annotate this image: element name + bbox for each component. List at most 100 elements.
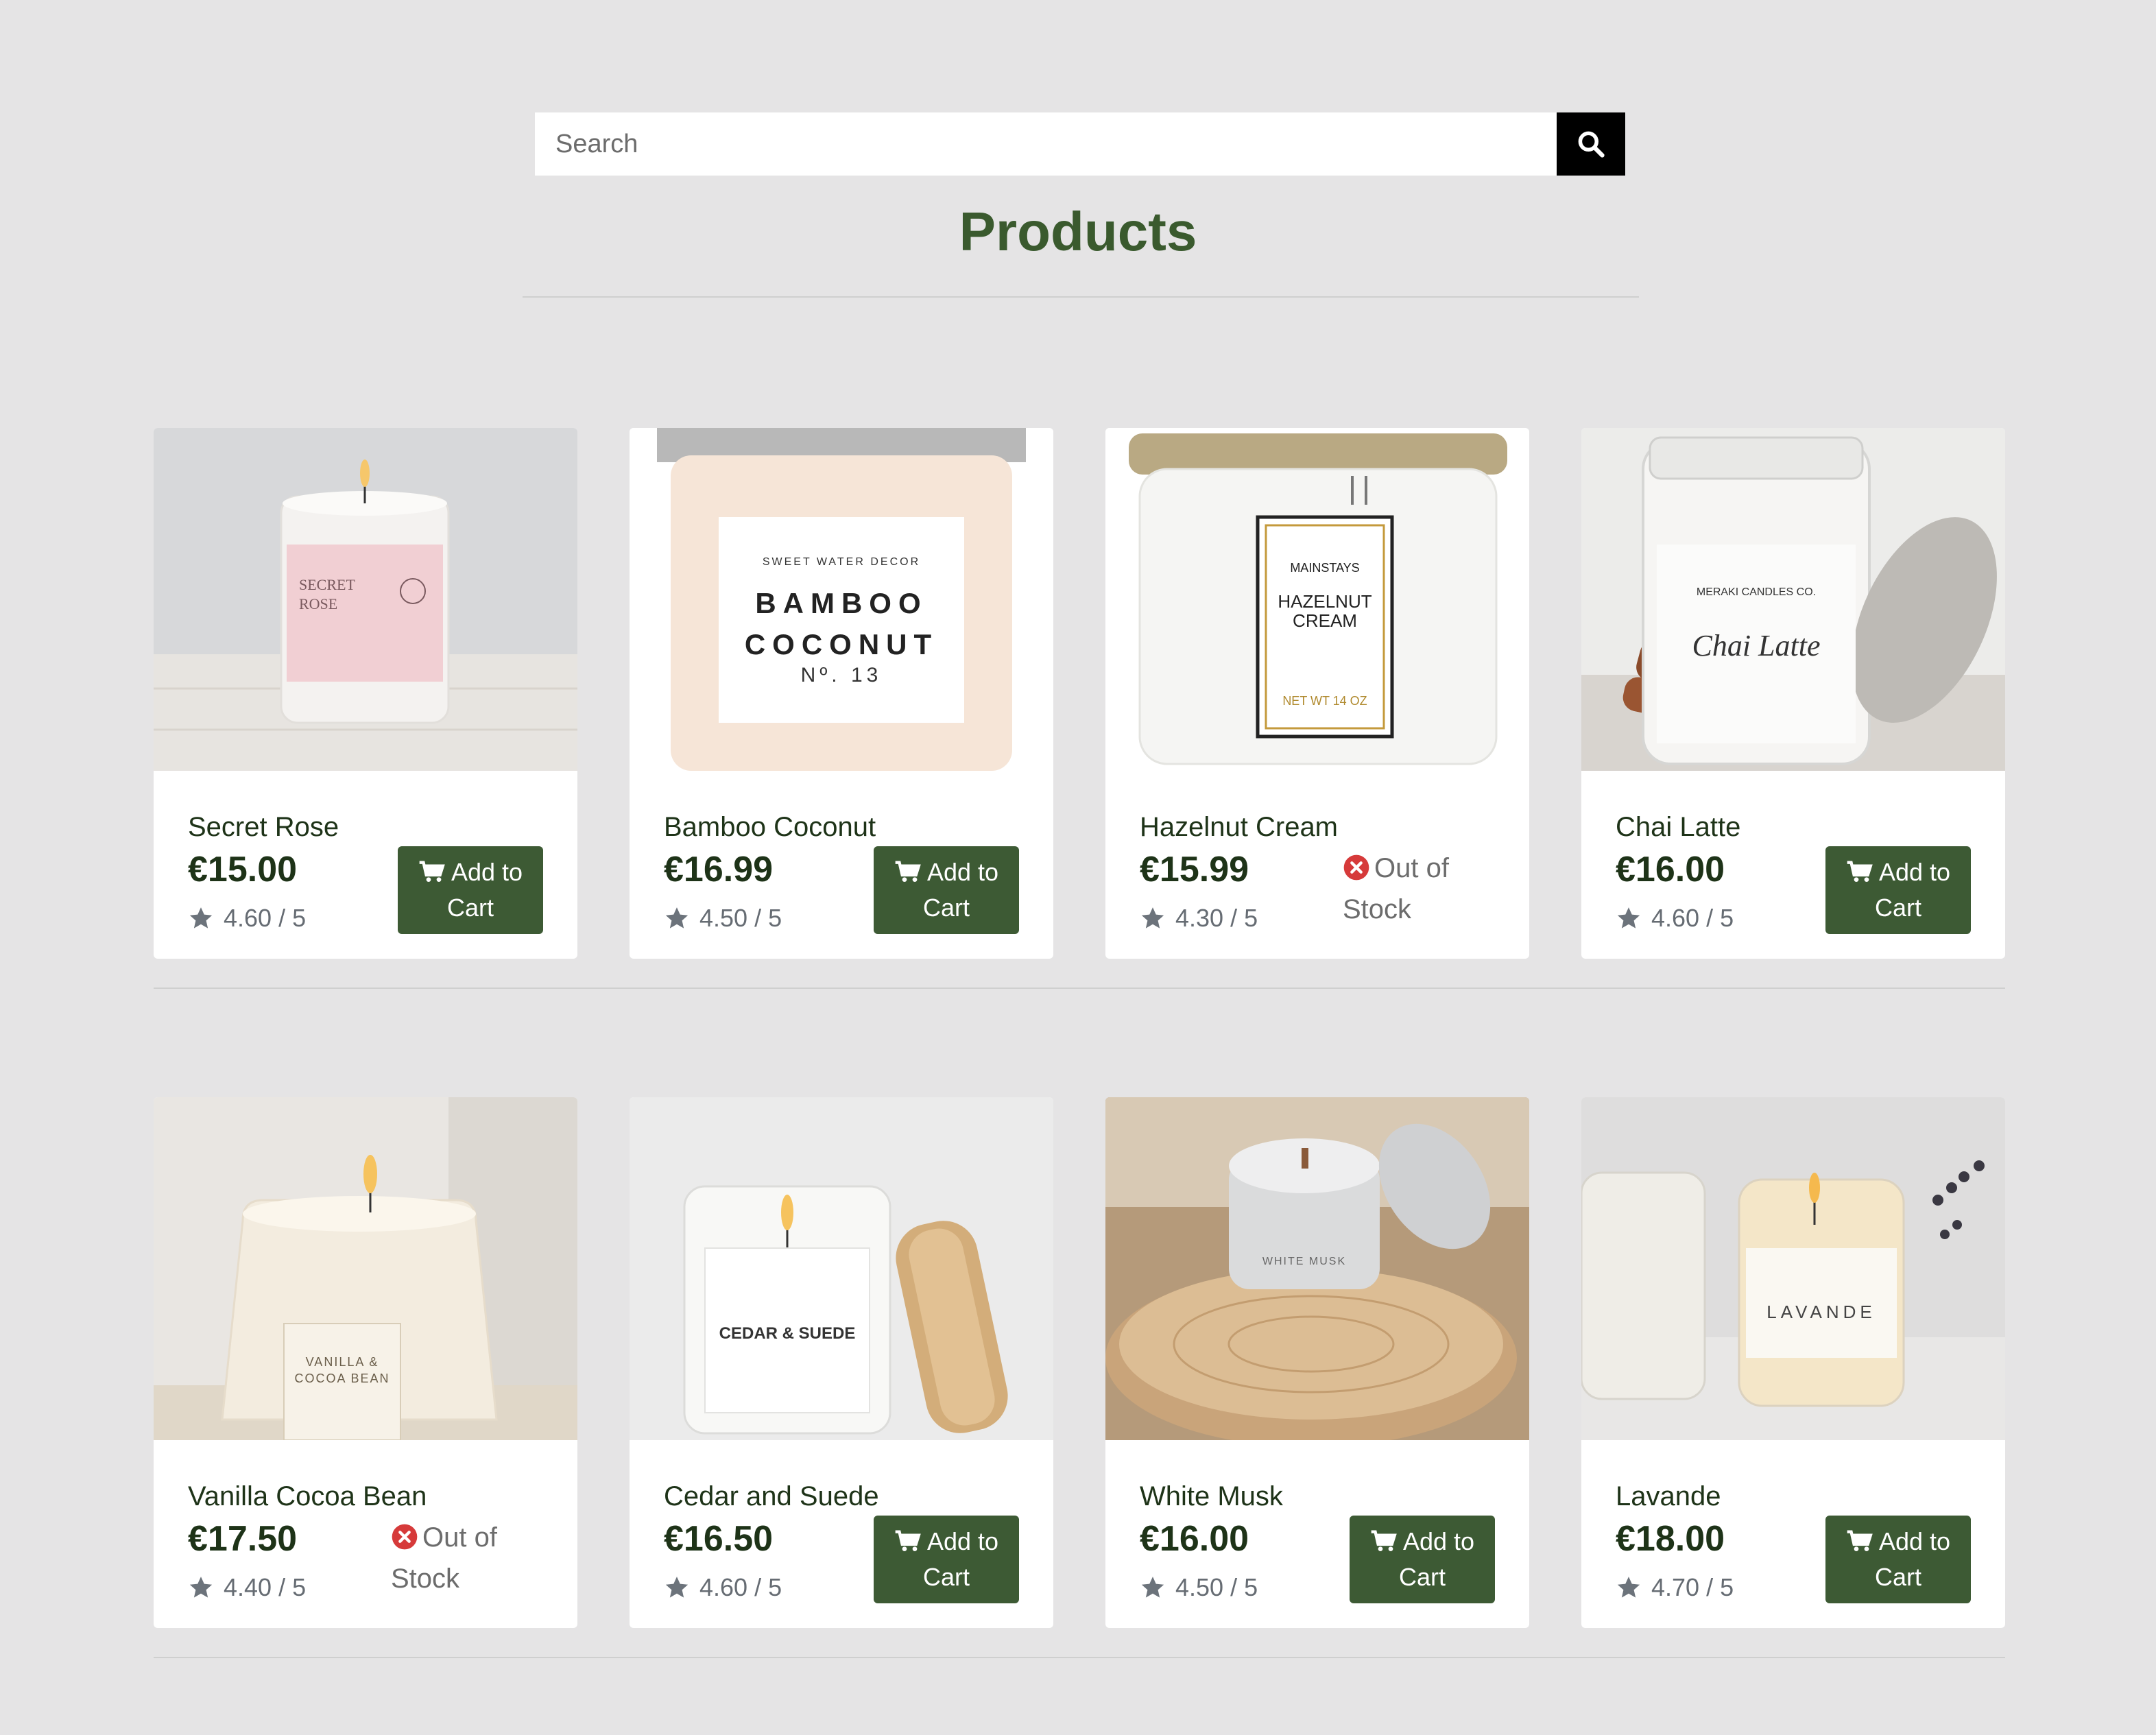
product-name[interactable]: Chai Latte <box>1616 812 1740 843</box>
product-name[interactable]: White Musk <box>1140 1481 1283 1512</box>
rating-value: 4.70 / 5 <box>1651 1573 1734 1601</box>
product-card: MERAKI CANDLES CO. Chai Latte Chai Latte… <box>1581 428 2005 959</box>
product-image[interactable]: LAVANDE <box>1581 1097 2005 1440</box>
star-icon <box>189 907 213 929</box>
out-of-stock-label: Stock <box>1343 894 1412 924</box>
star-icon <box>1141 1577 1164 1598</box>
product-price: €15.00 <box>188 850 298 889</box>
product-rating: 4.50 / 5 <box>1140 1573 1258 1602</box>
rating-value: 4.60 / 5 <box>1651 904 1734 932</box>
product-price: €15.99 <box>1140 850 1249 889</box>
product-name[interactable]: Vanilla Cocoa Bean <box>188 1481 427 1512</box>
product-name[interactable]: Cedar and Suede <box>664 1481 879 1512</box>
product-rating: 4.40 / 5 <box>188 1573 306 1602</box>
add-to-cart-button[interactable]: Add to Cart <box>1825 846 1971 934</box>
product-price: €16.00 <box>1616 850 1725 889</box>
svg-text:CEDAR & SUEDE: CEDAR & SUEDE <box>719 1324 856 1343</box>
add-to-cart-label: Cart <box>1398 1563 1446 1591</box>
add-to-cart-label: Add to <box>1878 1527 1951 1555</box>
row-divider <box>154 1657 2005 1658</box>
cart-icon <box>418 858 446 886</box>
product-card: WHITE MUSK White Musk €16.00 4.50 / 5 Ad… <box>1105 1097 1529 1628</box>
svg-text:Chai Latte: Chai Latte <box>1692 629 1820 662</box>
add-to-cart-label: Cart <box>1874 1563 1921 1591</box>
svg-text:HAZELNUT: HAZELNUT <box>1278 591 1372 612</box>
product-image[interactable]: CEDAR & SUEDE <box>630 1097 1053 1440</box>
add-to-cart-label: Add to <box>926 1527 999 1555</box>
add-to-cart-label: Cart <box>446 894 494 922</box>
add-to-cart-label: Add to <box>1878 858 1951 886</box>
row-divider <box>154 988 2005 989</box>
x-circle-icon <box>1343 854 1369 881</box>
product-price: €16.00 <box>1140 1519 1249 1559</box>
product-card: LAVANDE Lavande €18.00 4.70 / 5 Add to C… <box>1581 1097 2005 1628</box>
product-name[interactable]: Bamboo Coconut <box>664 812 876 843</box>
add-to-cart-button[interactable]: Add to Cart <box>398 846 543 934</box>
svg-text:COCONUT: COCONUT <box>745 628 938 660</box>
add-to-cart-label: Cart <box>1874 894 1921 922</box>
title-divider <box>523 296 1639 298</box>
rating-value: 4.50 / 5 <box>1175 1573 1258 1601</box>
svg-text:WHITE MUSK: WHITE MUSK <box>1262 1256 1346 1267</box>
svg-text:NET WT 14 OZ: NET WT 14 OZ <box>1282 694 1367 708</box>
add-to-cart-button[interactable]: Add to Cart <box>874 1516 1019 1603</box>
svg-text:LAVANDE: LAVANDE <box>1766 1302 1876 1322</box>
svg-text:CREAM: CREAM <box>1293 610 1357 631</box>
search-input[interactable] <box>535 112 1557 176</box>
svg-text:MERAKI CANDLES CO.: MERAKI CANDLES CO. <box>1697 586 1816 598</box>
out-of-stock-status: Out of Stock <box>1343 848 1500 930</box>
product-rating: 4.70 / 5 <box>1616 1573 1734 1602</box>
product-name[interactable]: Hazelnut Cream <box>1140 812 1338 843</box>
star-icon <box>1141 907 1164 929</box>
product-image[interactable]: VANILLA & COCOA BEAN <box>154 1097 577 1440</box>
cart-icon <box>1846 858 1873 886</box>
product-name[interactable]: Secret Rose <box>188 812 339 843</box>
rating-value: 4.60 / 5 <box>224 904 307 932</box>
star-icon <box>1617 907 1640 929</box>
product-rating: 4.60 / 5 <box>188 904 306 933</box>
add-to-cart-button[interactable]: Add to Cart <box>1350 1516 1495 1603</box>
star-icon <box>665 907 688 929</box>
product-price: €16.50 <box>664 1519 774 1559</box>
product-price: €17.50 <box>188 1519 298 1559</box>
product-image[interactable]: MERAKI CANDLES CO. Chai Latte <box>1581 428 2005 771</box>
out-of-stock-label: Out of <box>422 1522 497 1553</box>
star-icon <box>1617 1577 1640 1598</box>
product-name[interactable]: Lavande <box>1616 1481 1721 1512</box>
product-rating: 4.50 / 5 <box>664 904 782 933</box>
rating-value: 4.40 / 5 <box>224 1573 307 1601</box>
svg-text:ROSE: ROSE <box>299 595 337 612</box>
product-card: SWEET WATER DECOR BAMBOO COCONUT Nº. 13 … <box>630 428 1053 959</box>
svg-text:MAINSTAYS: MAINSTAYS <box>1290 561 1359 575</box>
add-to-cart-label: Add to <box>1402 1527 1475 1555</box>
svg-text:Nº. 13: Nº. 13 <box>801 664 883 686</box>
add-to-cart-button[interactable]: Add to Cart <box>1825 1516 1971 1603</box>
product-price: €18.00 <box>1616 1519 1725 1559</box>
product-image[interactable]: SECRET ROSE <box>154 428 577 771</box>
x-circle-icon <box>392 1524 418 1550</box>
out-of-stock-label: Out of <box>1374 853 1449 883</box>
add-to-cart-button[interactable]: Add to Cart <box>874 846 1019 934</box>
star-icon <box>665 1577 688 1598</box>
search-icon <box>1578 131 1605 158</box>
svg-text:SWEET WATER DECOR: SWEET WATER DECOR <box>763 556 920 568</box>
out-of-stock-status: Out of Stock <box>391 1517 549 1599</box>
add-to-cart-label: Cart <box>922 894 970 922</box>
product-image[interactable]: SWEET WATER DECOR BAMBOO COCONUT Nº. 13 <box>630 428 1053 771</box>
search-button[interactable] <box>1557 112 1625 176</box>
cart-icon <box>1846 1527 1873 1555</box>
product-card: MAINSTAYS HAZELNUT CREAM NET WT 14 OZ Ha… <box>1105 428 1529 959</box>
product-price: €16.99 <box>664 850 774 889</box>
svg-text:COCOA BEAN: COCOA BEAN <box>294 1372 390 1385</box>
product-card: SECRET ROSE Secret Rose €15.00 4.60 / 5 … <box>154 428 577 959</box>
svg-text:SECRET: SECRET <box>299 576 355 593</box>
product-card: VANILLA & COCOA BEAN Vanilla Cocoa Bean … <box>154 1097 577 1628</box>
rating-value: 4.60 / 5 <box>699 1573 782 1601</box>
product-image[interactable]: MAINSTAYS HAZELNUT CREAM NET WT 14 OZ <box>1105 428 1529 771</box>
product-image[interactable]: WHITE MUSK <box>1105 1097 1529 1440</box>
add-to-cart-label: Add to <box>926 858 999 886</box>
star-icon <box>189 1577 213 1598</box>
add-to-cart-label: Add to <box>451 858 523 886</box>
svg-text:VANILLA &: VANILLA & <box>306 1355 379 1369</box>
product-rating: 4.60 / 5 <box>664 1573 782 1602</box>
